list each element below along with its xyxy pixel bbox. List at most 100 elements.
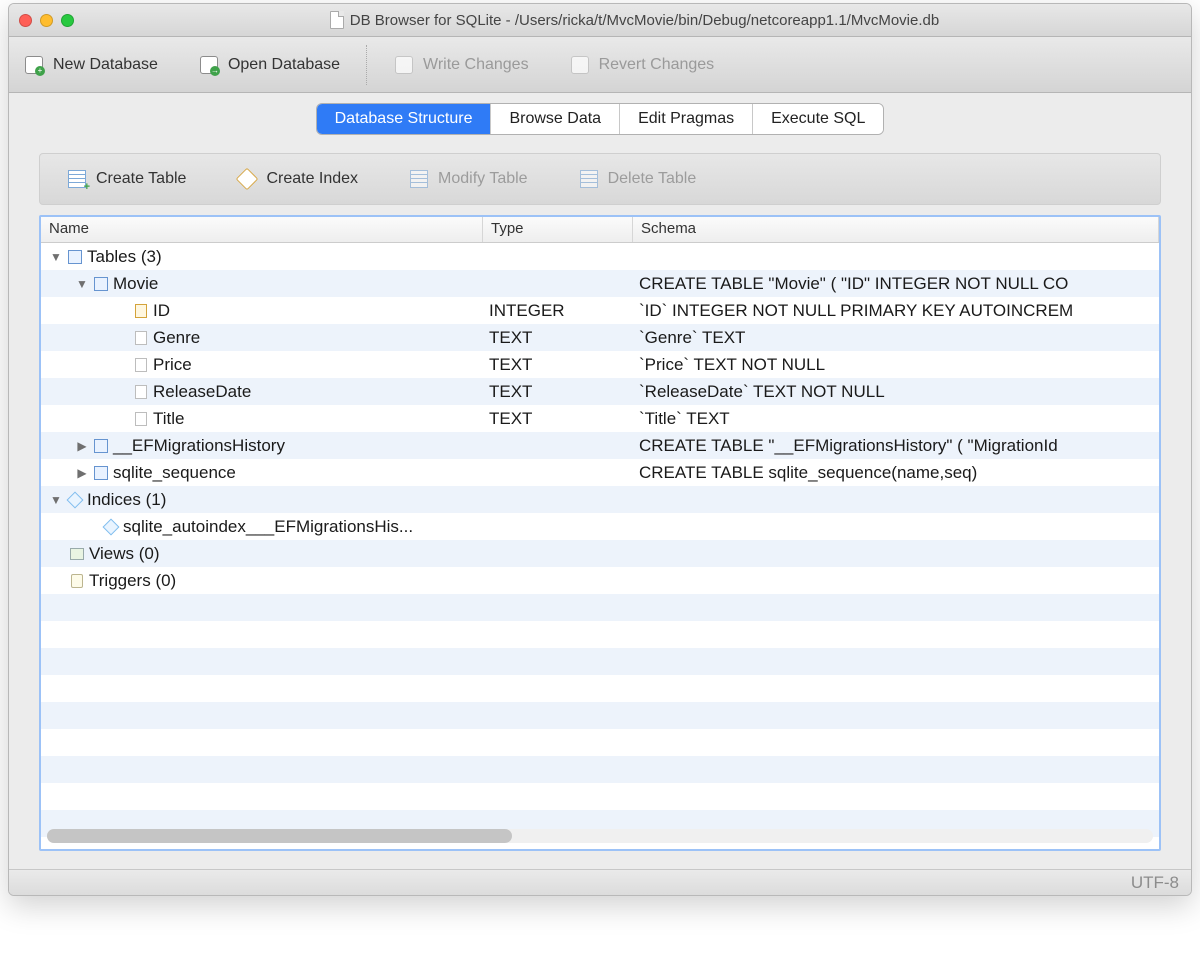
column-type: TEXT bbox=[483, 355, 633, 375]
main-toolbar: New Database Open Database Write Changes… bbox=[9, 37, 1191, 93]
open-database-label: Open Database bbox=[228, 56, 340, 74]
expand-toggle-icon[interactable]: ▼ bbox=[75, 277, 89, 291]
tab-bar: Database Structure Browse Data Edit Prag… bbox=[9, 93, 1191, 135]
tree-node-triggers[interactable]: Triggers (0) bbox=[41, 567, 1159, 594]
table-name: Movie bbox=[113, 274, 158, 294]
write-icon bbox=[395, 56, 413, 74]
tree-node-column[interactable]: Genre TEXT `Genre` TEXT bbox=[41, 324, 1159, 351]
table-delete-icon bbox=[580, 170, 598, 188]
tree-header: Name Type Schema bbox=[41, 217, 1159, 243]
tree-body: ▼ Tables (3) ▼ Movie CREATE TABLE "Movie… bbox=[41, 243, 1159, 837]
primary-key-icon bbox=[135, 304, 147, 318]
column-header-schema[interactable]: Schema bbox=[633, 217, 1159, 242]
modify-table-label: Modify Table bbox=[438, 170, 528, 188]
schema-text: CREATE TABLE sqlite_sequence(name,seq) bbox=[633, 463, 1159, 483]
database-plus-icon bbox=[25, 56, 43, 74]
horizontal-scrollbar[interactable] bbox=[47, 829, 1153, 843]
window-title: DB Browser for SQLite - /Users/ricka/t/M… bbox=[350, 12, 939, 29]
status-bar: UTF-8 bbox=[9, 869, 1191, 895]
empty-row bbox=[41, 756, 1159, 783]
table-edit-icon bbox=[410, 170, 428, 188]
table-plus-icon bbox=[68, 170, 86, 188]
indices-icon bbox=[67, 491, 84, 508]
column-header-name[interactable]: Name bbox=[41, 217, 483, 242]
content-area: Database Structure Browse Data Edit Prag… bbox=[9, 93, 1191, 869]
table-name: sqlite_sequence bbox=[113, 463, 236, 483]
column-name: Title bbox=[153, 409, 185, 429]
create-table-label: Create Table bbox=[96, 170, 186, 188]
column-type: TEXT bbox=[483, 328, 633, 348]
empty-row bbox=[41, 594, 1159, 621]
scrollbar-thumb[interactable] bbox=[47, 829, 512, 843]
schema-text: `Title` TEXT bbox=[633, 409, 1159, 429]
column-name: ID bbox=[153, 301, 170, 321]
views-label: Views (0) bbox=[89, 544, 160, 564]
tree-node-table-seq[interactable]: ▶ sqlite_sequence CREATE TABLE sqlite_se… bbox=[41, 459, 1159, 486]
delete-table-label: Delete Table bbox=[608, 170, 697, 188]
expand-toggle-icon[interactable]: ▼ bbox=[49, 250, 63, 264]
schema-text: CREATE TABLE "Movie" ( "ID" INTEGER NOT … bbox=[633, 274, 1159, 294]
tree-node-column[interactable]: Title TEXT `Title` TEXT bbox=[41, 405, 1159, 432]
encoding-indicator[interactable]: UTF-8 bbox=[1131, 873, 1179, 893]
write-changes-button: Write Changes bbox=[393, 54, 529, 76]
column-header-type[interactable]: Type bbox=[483, 217, 633, 242]
empty-row bbox=[41, 648, 1159, 675]
tables-label: Tables (3) bbox=[87, 247, 162, 267]
schema-text: `Price` TEXT NOT NULL bbox=[633, 355, 1159, 375]
tab-database-structure[interactable]: Database Structure bbox=[317, 104, 492, 134]
database-open-icon bbox=[200, 56, 218, 74]
create-table-button[interactable]: Create Table bbox=[66, 168, 186, 190]
column-name: ReleaseDate bbox=[153, 382, 251, 402]
app-window: DB Browser for SQLite - /Users/ricka/t/M… bbox=[8, 3, 1192, 896]
schema-tree: Name Type Schema ▼ Tables (3) ▼ bbox=[39, 215, 1161, 851]
column-name: Price bbox=[153, 355, 192, 375]
maximize-window-button[interactable] bbox=[61, 14, 74, 27]
tree-node-index-item[interactable]: sqlite_autoindex___EFMigrationsHis... bbox=[41, 513, 1159, 540]
tab-browse-data[interactable]: Browse Data bbox=[491, 104, 620, 134]
tables-icon bbox=[68, 250, 82, 264]
tree-node-tables[interactable]: ▼ Tables (3) bbox=[41, 243, 1159, 270]
revert-changes-label: Revert Changes bbox=[599, 56, 715, 74]
tree-node-column[interactable]: Price TEXT `Price` TEXT NOT NULL bbox=[41, 351, 1159, 378]
table-icon bbox=[94, 439, 108, 453]
schema-text: CREATE TABLE "__EFMigrationsHistory" ( "… bbox=[633, 436, 1159, 456]
tree-node-table-movie[interactable]: ▼ Movie CREATE TABLE "Movie" ( "ID" INTE… bbox=[41, 270, 1159, 297]
tree-node-indices[interactable]: ▼ Indices (1) bbox=[41, 486, 1159, 513]
table-icon bbox=[94, 277, 108, 291]
index-name: sqlite_autoindex___EFMigrationsHis... bbox=[123, 517, 413, 537]
close-window-button[interactable] bbox=[19, 14, 32, 27]
empty-row bbox=[41, 783, 1159, 810]
new-database-button[interactable]: New Database bbox=[23, 54, 158, 76]
triggers-label: Triggers (0) bbox=[89, 571, 176, 591]
revert-icon bbox=[571, 56, 589, 74]
column-type: TEXT bbox=[483, 382, 633, 402]
delete-table-button: Delete Table bbox=[578, 168, 697, 190]
empty-row bbox=[41, 675, 1159, 702]
tree-node-column[interactable]: ID INTEGER `ID` INTEGER NOT NULL PRIMARY… bbox=[41, 297, 1159, 324]
minimize-window-button[interactable] bbox=[40, 14, 53, 27]
column-name: Genre bbox=[153, 328, 200, 348]
table-name: __EFMigrationsHistory bbox=[113, 436, 285, 456]
expand-toggle-icon[interactable]: ▼ bbox=[49, 493, 63, 507]
expand-toggle-icon[interactable]: ▶ bbox=[75, 466, 89, 480]
revert-changes-button: Revert Changes bbox=[569, 54, 715, 76]
tab-edit-pragmas[interactable]: Edit Pragmas bbox=[620, 104, 753, 134]
tree-node-views[interactable]: Views (0) bbox=[41, 540, 1159, 567]
empty-row bbox=[41, 702, 1159, 729]
toolbar-separator bbox=[366, 45, 367, 85]
tree-node-column[interactable]: ReleaseDate TEXT `ReleaseDate` TEXT NOT … bbox=[41, 378, 1159, 405]
write-changes-label: Write Changes bbox=[423, 56, 529, 74]
schema-text: `ReleaseDate` TEXT NOT NULL bbox=[633, 382, 1159, 402]
triggers-icon bbox=[71, 574, 83, 588]
create-index-button[interactable]: Create Index bbox=[236, 168, 358, 190]
open-database-button[interactable]: Open Database bbox=[198, 54, 340, 76]
tree-node-table-ef[interactable]: ▶ __EFMigrationsHistory CREATE TABLE "__… bbox=[41, 432, 1159, 459]
title-bar: DB Browser for SQLite - /Users/ricka/t/M… bbox=[9, 4, 1191, 37]
column-icon bbox=[135, 385, 147, 399]
tab-execute-sql[interactable]: Execute SQL bbox=[753, 104, 883, 134]
modify-table-button: Modify Table bbox=[408, 168, 528, 190]
table-icon bbox=[94, 466, 108, 480]
structure-toolbar: Create Table Create Index Modify Table D… bbox=[39, 153, 1161, 205]
expand-toggle-icon[interactable]: ▶ bbox=[75, 439, 89, 453]
schema-text: `ID` INTEGER NOT NULL PRIMARY KEY AUTOIN… bbox=[633, 301, 1159, 321]
